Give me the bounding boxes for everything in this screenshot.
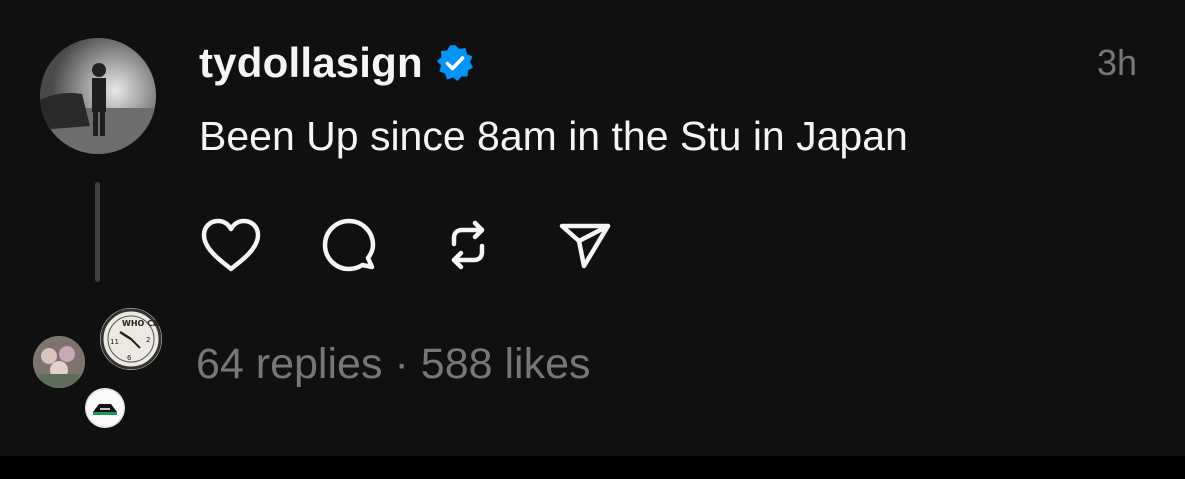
replier-avatar-clock[interactable]: WHO CARES 11 2 6: [100, 308, 162, 370]
comment-bubble-icon: [322, 218, 376, 272]
post-header: tydollasign: [199, 38, 475, 88]
author-avatar[interactable]: [40, 38, 156, 154]
verified-badge-icon: [435, 43, 475, 83]
bottom-edge-bar: [0, 456, 1185, 479]
share-send-icon: [559, 223, 611, 269]
post-stats: 64 replies · 588 likes: [196, 340, 591, 389]
share-button[interactable]: [553, 213, 617, 277]
repost-button[interactable]: [435, 213, 499, 277]
repost-icon: [451, 220, 485, 270]
post-timestamp: 3h: [1096, 42, 1137, 83]
replies-count[interactable]: 64 replies: [196, 340, 382, 388]
replier-avatar-group[interactable]: [33, 336, 85, 388]
username[interactable]: tydollasign: [199, 39, 423, 87]
stats-separator: ·: [394, 340, 409, 388]
thread-post: tydollasign 3h Been Up since 8am in the …: [0, 0, 1185, 456]
post-body-text: Been Up since 8am in the Stu in Japan: [199, 113, 908, 159]
clock-face-text: WHO CARES: [122, 319, 162, 328]
like-button[interactable]: [199, 213, 263, 277]
svg-text:6: 6: [127, 354, 132, 362]
svg-text:2: 2: [146, 336, 150, 344]
heart-icon: [201, 218, 261, 272]
replier-avatars: WHO CARES 11 2 6: [30, 308, 170, 428]
reply-button[interactable]: [317, 213, 381, 277]
svg-text:11: 11: [110, 338, 119, 346]
replier-avatar-logo[interactable]: [85, 388, 125, 428]
thread-connector-line: [95, 182, 100, 282]
likes-count[interactable]: 588 likes: [421, 340, 591, 388]
